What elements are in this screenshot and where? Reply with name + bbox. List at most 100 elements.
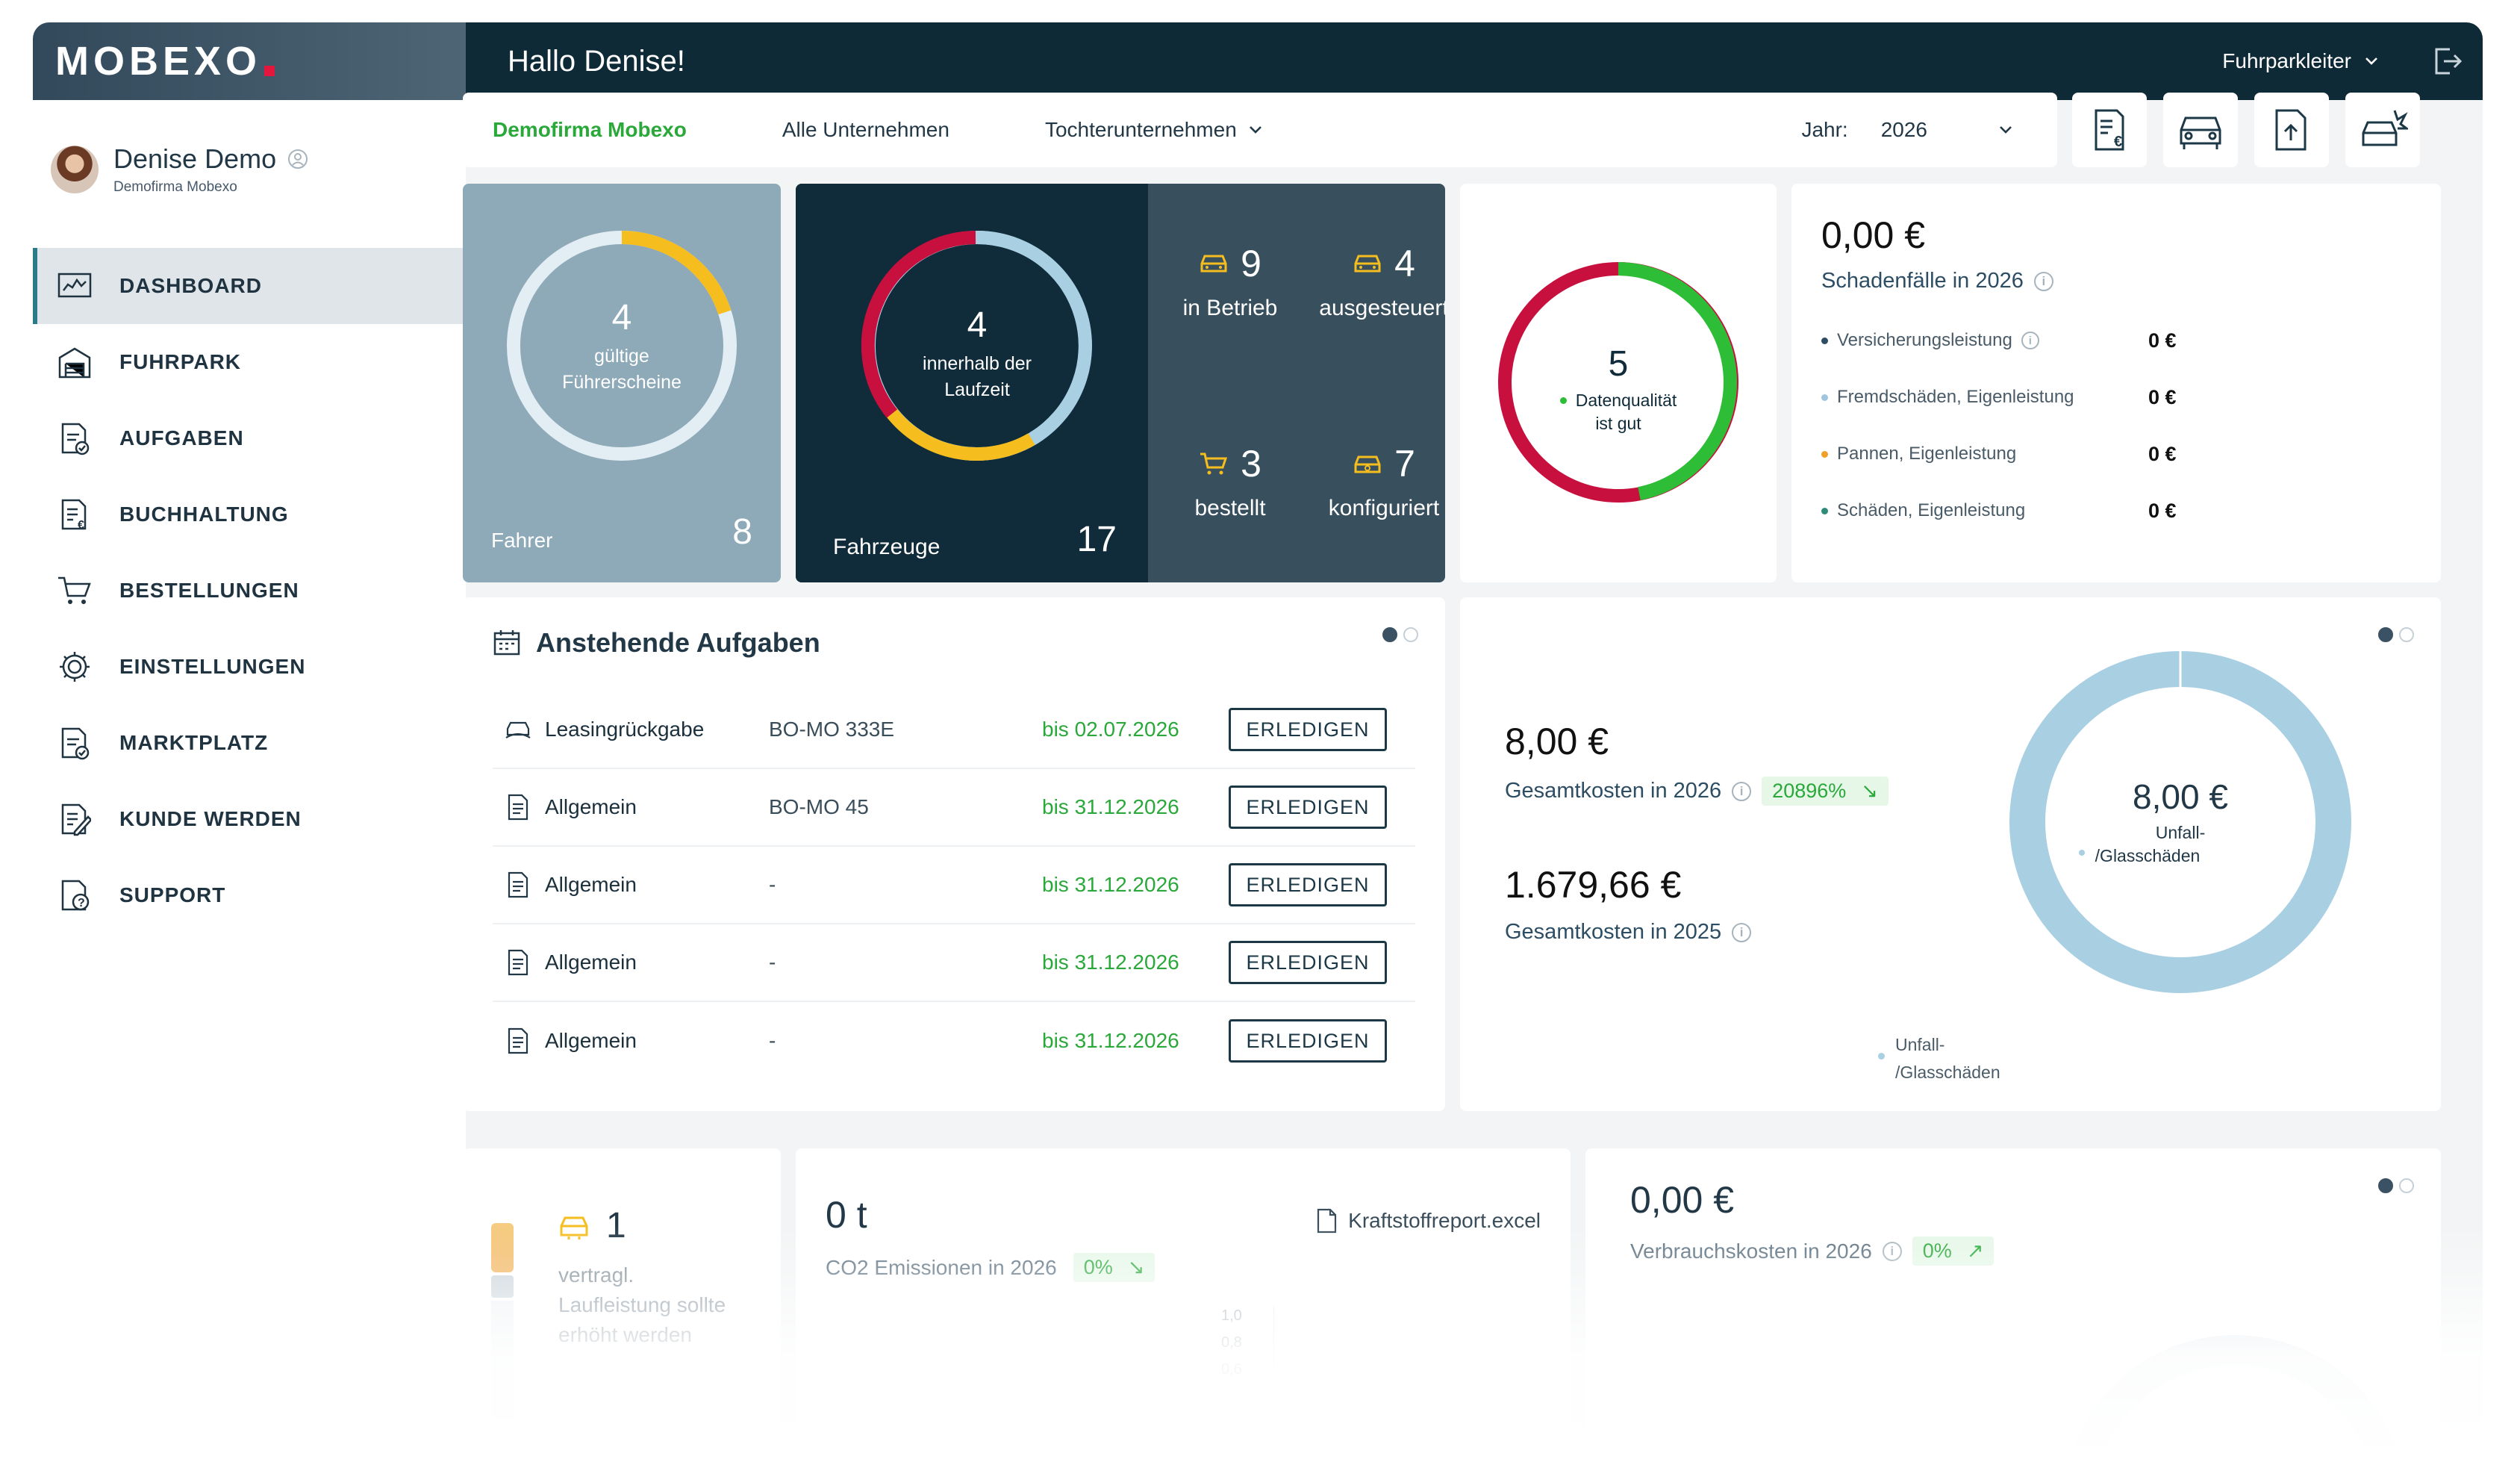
task-plate: - (769, 951, 776, 974)
costs-card[interactable]: 8,00 € Gesamtkosten in 2026 i 20896% ↘ 1.… (1460, 597, 2441, 1111)
costs-legend[interactable]: Unfall- /Glasschäden (1878, 1030, 2000, 1083)
trend-down-icon: ↘ (1127, 1256, 1145, 1278)
pager-dot-active[interactable] (1382, 627, 1397, 642)
trend-up-icon: ↗ (1966, 1240, 1984, 1262)
filter-all-companies[interactable]: Alle Unternehmen (782, 118, 949, 142)
complete-task-button[interactable]: ERLEDIGEN (1229, 1019, 1387, 1063)
stat-configured[interactable]: 7 konfiguriert (1309, 442, 1445, 521)
damage-card[interactable]: 0,00 € Schadenfälle in 2026 i Versicherun… (1791, 184, 2441, 582)
user-settings-icon[interactable] (287, 148, 309, 170)
info-icon[interactable]: i (1732, 781, 1752, 801)
costs-donut-text-1: Unfall- (2155, 823, 2206, 842)
add-vehicle-button[interactable] (2163, 93, 2238, 167)
sidebar-item-label: KUNDE WERDEN (119, 807, 302, 830)
sidebar-item-fuhrpark[interactable]: FUHRPARK (33, 324, 466, 400)
costs-current-label: Gesamtkosten in 2026 (1505, 779, 1722, 803)
damage-row-label: Versicherungsleistung (1837, 330, 2012, 350)
drivers-card[interactable]: 4 gültige Führerscheine Fahrer 8 (463, 184, 781, 582)
year-selector[interactable]: Jahr: 2026 (1801, 118, 2012, 142)
pager-dot[interactable] (2399, 627, 2414, 642)
sidebar-item-marktplatz[interactable]: MARKTPLATZ (33, 705, 466, 781)
pager-dot[interactable] (1403, 627, 1418, 642)
costs-pager[interactable] (2378, 627, 2414, 642)
role-label: Fuhrparkleiter (2222, 49, 2351, 72)
info-icon[interactable]: i (2021, 332, 2039, 349)
stat-label: konfiguriert (1328, 496, 1440, 520)
co2-tick: 0,8 (1221, 1334, 1242, 1351)
sidebar-item-support[interactable]: ? SUPPORT (33, 857, 466, 933)
tasks-pager[interactable] (1382, 627, 1418, 642)
file-icon (1317, 1208, 1337, 1234)
info-icon[interactable]: i (1882, 1241, 1902, 1261)
mileage-line-2: Laufleistung sollte (558, 1293, 726, 1316)
pager-dot-active[interactable] (2378, 1178, 2393, 1193)
task-due-date: bis 31.12.2026 (1042, 873, 1179, 896)
marketplace-icon (55, 724, 94, 762)
filter-subsidiaries-label: Tochterunternehmen (1044, 118, 1237, 141)
stat-in-operation[interactable]: 9 in Betrieb (1155, 242, 1305, 321)
complete-task-button[interactable]: ERLEDIGEN (1229, 708, 1387, 751)
mileage-bar-bottom (491, 1301, 514, 1420)
sidebar-item-einstellungen[interactable]: EINSTELLUNGEN (33, 629, 466, 705)
legend-dot (1821, 450, 1828, 458)
consumption-card[interactable]: 0,00 € Verbrauchskosten in 2026 i 0% ↗ (1585, 1148, 2441, 1465)
legend-dot (1821, 337, 1828, 344)
mileage-bar-mid (491, 1275, 514, 1298)
role-selector[interactable]: Fuhrparkleiter (2222, 49, 2378, 73)
co2-card[interactable]: 0 t CO2 Emissionen in 2026 0% ↘ Kraftstof… (796, 1148, 1571, 1465)
stat-decommissioned[interactable]: 4 ausgesteuert (1309, 242, 1445, 321)
sidebar-item-bestellungen[interactable]: BESTELLUNGEN (33, 553, 466, 629)
sidebar-item-label: BUCHHALTUNG (119, 503, 289, 526)
stat-value: 7 (1394, 443, 1415, 485)
task-row: Allgemein BO-MO 45 bis 31.12.2026 ERLEDIGEN (493, 769, 1415, 847)
info-icon[interactable]: i (1732, 922, 1752, 942)
data-quality-card[interactable]: 5 Datenqualität ist gut (1460, 184, 1777, 582)
sidebar-item-label: DASHBOARD (119, 274, 262, 297)
pager-dot[interactable] (2399, 1178, 2414, 1193)
stat-ordered[interactable]: 3 bestellt (1155, 442, 1305, 521)
co2-label: CO2 Emissionen in 2026 (826, 1255, 1057, 1279)
dashboard-icon (55, 267, 94, 305)
report-damage-button[interactable] (2345, 93, 2420, 167)
fuel-report-link[interactable]: Kraftstoffreport.excel (1315, 1208, 1541, 1234)
car-icon (1354, 255, 1381, 273)
logo[interactable]: MOBEXO (55, 38, 261, 84)
mileage-value: 1 (606, 1206, 626, 1245)
stat-label: ausgesteuert (1319, 296, 1445, 320)
sidebar-item-kunde-werden[interactable]: KUNDE WERDEN (33, 781, 466, 857)
vehicles-runtime-count: 4 (967, 305, 988, 345)
consumption-pager[interactable] (2378, 1178, 2414, 1193)
sidebar-item-dashboard[interactable]: DASHBOARD (33, 248, 466, 324)
task-due-date: bis 31.12.2026 (1042, 795, 1179, 818)
top-bar: Hallo Denise! Fuhrparkleiter (466, 22, 2483, 100)
greeting: Hallo Denise! (508, 44, 685, 78)
drivers-ring-text-2: Führerscheine (562, 372, 682, 393)
task-due-date: bis 31.12.2026 (1042, 951, 1179, 974)
mileage-card[interactable]: 1 vertragl. Laufleistung sollte erhöht w… (463, 1148, 781, 1465)
vehicles-card[interactable]: 4 innerhalb der Laufzeit Fahrzeuge 17 9 … (796, 184, 1445, 582)
damage-row-value: 0 € (2148, 442, 2177, 465)
pager-dot-active[interactable] (2378, 627, 2393, 642)
sidebar-item-aufgaben[interactable]: AUFGABEN (33, 400, 466, 476)
sidebar-item-buchhaltung[interactable]: € BUCHHALTUNG (33, 476, 466, 553)
user-profile[interactable]: Denise Demo Demofirma Mobexo (51, 143, 309, 196)
stat-value: 9 (1241, 243, 1261, 284)
complete-task-button[interactable]: ERLEDIGEN (1229, 786, 1387, 829)
filter-company[interactable]: Demofirma Mobexo (493, 118, 687, 142)
info-icon[interactable]: i (2033, 271, 2053, 291)
logout-icon[interactable] (2430, 45, 2463, 78)
invoice-upload-button[interactable]: € (2072, 93, 2147, 167)
cart-icon (1200, 452, 1228, 475)
costs-change-value: 20896% (1772, 780, 1847, 802)
consumption-change-badge: 0% ↗ (1912, 1237, 1995, 1266)
status-dot (1559, 397, 1567, 404)
trend-down-icon: ↘ (1861, 780, 1878, 802)
filter-subsidiaries[interactable]: Tochterunternehmen (1045, 118, 1262, 142)
task-name: Allgemein (545, 873, 637, 896)
complete-task-button[interactable]: ERLEDIGEN (1229, 863, 1387, 906)
data-quality-text-2: ist gut (1595, 414, 1641, 433)
legend-text-1: Unfall- (1895, 1035, 1945, 1054)
damage-row: Pannen, Eigenleistung 0 € (1821, 442, 2195, 465)
document-upload-button[interactable] (2254, 93, 2329, 167)
complete-task-button[interactable]: ERLEDIGEN (1229, 941, 1387, 984)
